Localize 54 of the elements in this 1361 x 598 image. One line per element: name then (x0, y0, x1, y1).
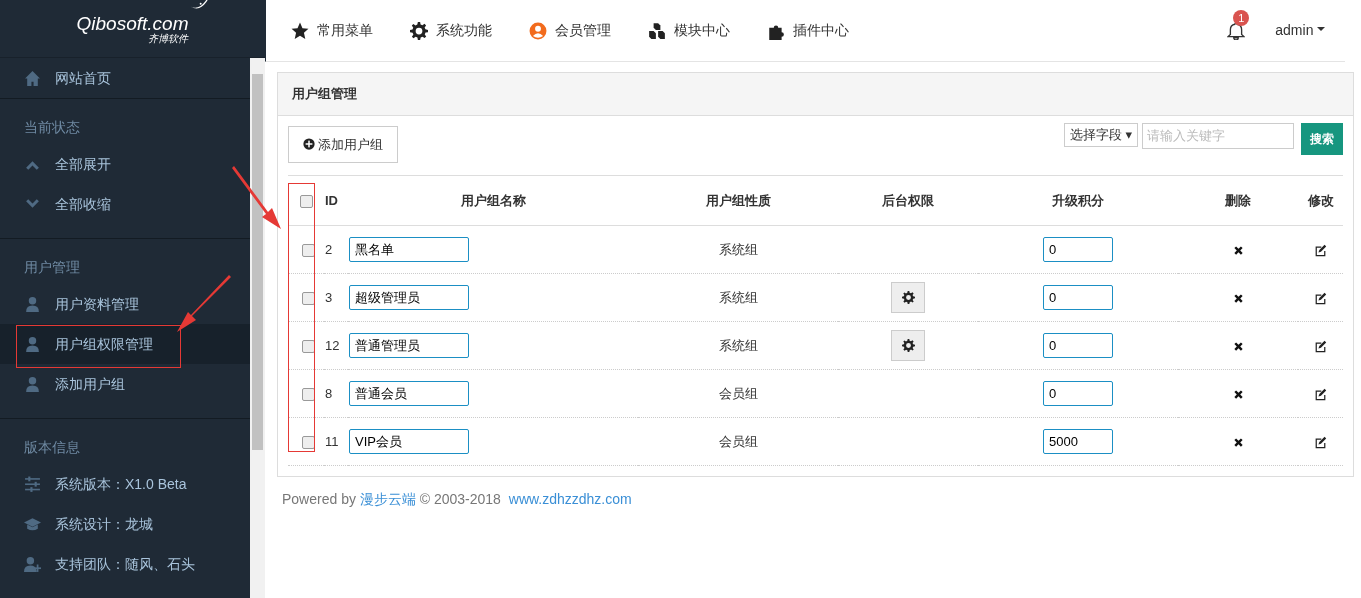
table-cell: 会员组 (718, 385, 758, 401)
points-field[interactable]: 0 (1043, 236, 1113, 263)
table-cell: 会员组 (718, 433, 758, 449)
column-header: 删除 (1178, 175, 1298, 226)
column-header: ID (324, 175, 348, 226)
points-field[interactable]: 0 (1043, 332, 1113, 359)
name-field[interactable]: 超级管理员 (349, 284, 469, 311)
sidebar-item[interactable]: 添加用户组 (0, 364, 250, 404)
menu-item[interactable]: 插件中心 (742, 20, 849, 41)
name-field[interactable]: 黑名单 (349, 236, 469, 263)
notification-badge: 1 (1233, 10, 1250, 26)
table-cell: 2 (325, 241, 333, 257)
section-title: 版本信息 (23, 438, 81, 457)
search-field[interactable]: 请输入关键字 (1142, 123, 1294, 149)
points-field[interactable]: 0 (1043, 380, 1113, 407)
column-header: 修改 (1298, 175, 1343, 226)
table-cell: 11 (325, 433, 339, 449)
user-menu[interactable]: admin (1275, 20, 1325, 41)
sidebar-item[interactable]: 全部收缩 (0, 184, 250, 224)
column-header: 用户组名称 (348, 175, 638, 226)
table-cell: 12 (325, 337, 340, 353)
sidebar-item[interactable]: 支持团队：随风、石头 (0, 544, 250, 584)
logo: Qibosoft.com 齐博软件 (76, 13, 189, 44)
sidebar-item[interactable]: 系统版本：X1.0 Beta (0, 464, 250, 504)
table-cell: 系统组 (718, 289, 758, 305)
footer-text: Powered by 漫步云端 © 2003-2018 www.zdhzzdhz.com (282, 490, 633, 509)
field-select[interactable]: 选择字段 ▾ (1063, 123, 1138, 147)
name-field[interactable]: 普通管理员 (349, 332, 469, 359)
brand-link[interactable]: 漫步云端 (359, 491, 416, 507)
search-button[interactable]: 搜索 (1301, 123, 1343, 156)
sidebar-item[interactable]: 系统设计：龙城 (0, 504, 250, 544)
menu-item[interactable]: 模块中心 (623, 20, 730, 41)
panel-title: 用户组管理 (278, 73, 1353, 116)
column-header: 后台权限 (838, 175, 978, 226)
sidebar-item[interactable]: 用户资料管理 (0, 284, 250, 324)
site-link[interactable]: www.zdhzzdhz.com (508, 491, 632, 507)
table-cell: 系统组 (718, 241, 758, 257)
menu-item[interactable]: 系统功能 (385, 20, 492, 41)
section-title: 用户管理 (23, 258, 81, 277)
sidebar-item[interactable]: 网站首页 (0, 58, 250, 98)
table-cell: 8 (325, 385, 333, 401)
add-group-button[interactable]: 添加用户组 (288, 125, 398, 163)
table-cell: 3 (325, 289, 333, 305)
column-header: 升级积分 (978, 175, 1178, 226)
name-field[interactable]: 普通会员 (349, 380, 469, 407)
menu-item[interactable]: 会员管理 (504, 20, 611, 41)
table-cell: 系统组 (718, 337, 758, 353)
menu-item[interactable]: 常用菜单 (266, 20, 373, 41)
column-header: 用户组性质 (638, 175, 838, 226)
section-title: 当前状态 (23, 118, 81, 137)
points-field[interactable]: 5000 (1043, 428, 1113, 455)
name-field[interactable]: VIP会员 (349, 428, 469, 455)
points-field[interactable]: 0 (1043, 284, 1113, 311)
sidebar-item[interactable]: 全部展开 (0, 144, 250, 184)
